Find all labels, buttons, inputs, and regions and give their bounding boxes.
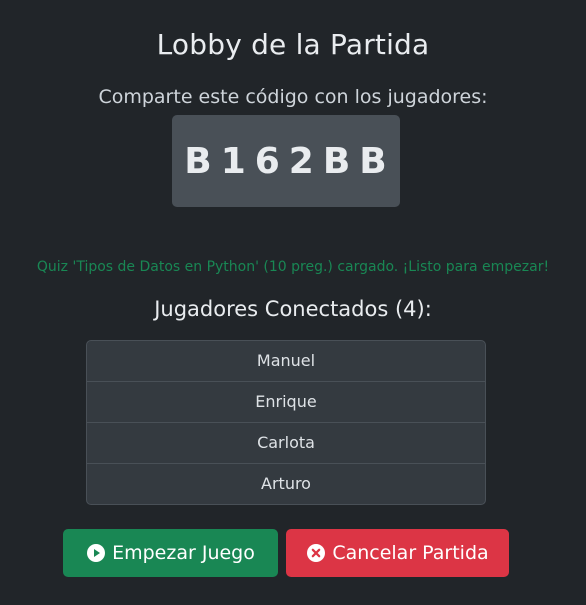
cancel-game-button[interactable]: Cancelar Partida [286,529,509,577]
game-code: B162BB [184,140,396,182]
start-game-button[interactable]: Empezar Juego [63,529,278,577]
page-title: Lobby de la Partida [156,28,430,61]
cancel-game-label: Cancelar Partida [332,542,489,564]
lobby-container: Lobby de la Partida Comparte este código… [0,0,586,605]
player-list: Manuel Enrique Carlota Arturo [86,340,486,505]
share-code-instruction: Comparte este código con los jugadores: [98,86,488,108]
player-item: Enrique [87,382,485,423]
start-game-label: Empezar Juego [112,542,255,564]
play-circle-icon [86,543,106,563]
player-item: Carlota [87,423,485,464]
game-code-box: B162BB [172,115,400,207]
player-item: Arturo [261,474,311,493]
x-circle-icon [306,543,326,563]
player-item: Manuel [87,341,485,382]
players-heading: Jugadores Conectados (4): [154,297,432,321]
quiz-status-message: Quiz 'Tipos de Datos en Python' (10 preg… [36,259,550,275]
